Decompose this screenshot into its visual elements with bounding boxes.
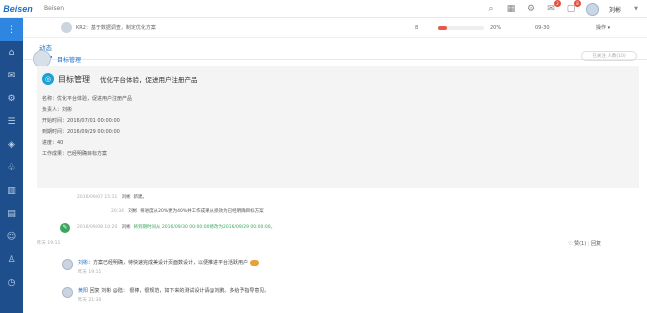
goal-card-header: ◎ 目标管理 优化平台体验，促进用户注册产品	[42, 73, 198, 85]
clock-icon[interactable]: ◷	[0, 271, 23, 294]
feed-actions: ♡ 赞(1) | 回复	[568, 241, 602, 247]
chevron-down-icon[interactable]: ▼	[631, 4, 641, 14]
target-icon[interactable]: ◈	[0, 133, 23, 156]
reply-button[interactable]: 回复	[591, 241, 601, 247]
settings-icon[interactable]: ⚙	[0, 87, 23, 110]
top-icons: ⌕ ▦ ⚙ ✉ 2 ▢ 8 刘彬 ▼	[486, 0, 641, 18]
comment-body: 刘彬：方案已经明确，待快速完成美设计页面数设计，以便推进平台活跃用户 昨天 19…	[78, 259, 260, 275]
user-avatar[interactable]	[585, 2, 599, 16]
task-progress-fill	[438, 26, 448, 30]
message-icon[interactable]: ▢ 8	[566, 0, 581, 14]
log-entry: 20:34 刘彬 将进度从20%更为40%并工作成果从损效为已经明确目标方案	[111, 208, 264, 214]
sidebar: ⋮ ⌂ ✉ ⚙ ☰ ◈ ♧ ▥ ▤ ☺ ♙ ◷	[0, 18, 23, 313]
log-time: 2016/09/07 15:11	[77, 195, 118, 200]
chart-icon[interactable]: ▥	[0, 179, 23, 202]
goal-type: 目标管理	[58, 74, 90, 84]
task-date: 09-30	[535, 24, 550, 31]
goal-field: 开始时间：2016/07/01 00:00:00	[42, 118, 120, 124]
menu-icon[interactable]: ⋮	[0, 18, 23, 41]
goal-field: 名称：优化平台体验，促进用户注册产品	[42, 96, 133, 102]
goal-field: 负责人：刘彬	[42, 107, 73, 113]
comment-user[interactable]: 黄阳	[78, 288, 88, 294]
notification-icon[interactable]: ✉ 2	[546, 0, 561, 14]
emoji-icon	[250, 259, 260, 266]
log-user[interactable]: 刘彬	[122, 195, 131, 200]
person-icon[interactable]: ♙	[0, 248, 23, 271]
edit-icon: ✎	[60, 223, 70, 233]
goal-name[interactable]: 优化平台体验，促进用户注册产品	[100, 74, 198, 84]
goal-card[interactable]: ◎ 目标管理 优化平台体验，促进用户注册产品 名称：优化平台体验，促进用户注册产…	[37, 66, 639, 188]
like-button[interactable]: ♡ 赞(1)	[568, 241, 586, 247]
tab-bar: 动态	[23, 38, 647, 60]
log-user[interactable]: 刘彬	[128, 209, 137, 214]
home-icon[interactable]: ⌂	[0, 41, 23, 64]
feed-time: 昨天 19:11	[37, 241, 61, 246]
user-menu[interactable]: 刘彬	[609, 5, 621, 14]
comment-avatar[interactable]	[62, 259, 73, 270]
comment-text: 黄阳 回复 刘彬 @陆： 很棒，很规范，如下来的测试设计请@刘鹏。多给予指导意见…	[78, 287, 269, 294]
comment-text: 刘彬：方案已经明确，待快速完成美设计页面数设计，以便推进平台活跃用户	[78, 259, 260, 266]
comment-content: 方案已经明确，待快速完成美设计页面数设计，以便推进平台活跃用户	[93, 260, 249, 266]
log-entry: 2016/09/07 15:11 刘彬 新建。	[77, 194, 147, 200]
task-progress-text: 20%	[490, 24, 502, 31]
list-icon[interactable]: ☰	[0, 110, 23, 133]
document-icon[interactable]: ▤	[0, 202, 23, 225]
goal-icon: ◎	[42, 73, 54, 85]
log-text: 新建。	[133, 195, 148, 200]
people-icon[interactable]: ☺	[0, 225, 23, 248]
comment-time: 昨天 21:30	[78, 298, 102, 303]
comment-time: 昨天 19:11	[78, 270, 102, 275]
comment: 黄阳 回复 刘彬 @陆： 很棒，很规范，如下来的测试设计请@刘鹏。多给予指导意见…	[62, 287, 269, 303]
handshake-icon[interactable]: ♧	[0, 156, 23, 179]
notification-badge: 2	[553, 0, 561, 7]
goal-field: 到期时间：2016/09/29 00:00:00	[42, 129, 120, 135]
task-owner-avatar	[61, 22, 72, 33]
task-count: 8	[415, 24, 419, 31]
follow-button[interactable]: 已关注 人数(10)	[581, 51, 637, 61]
log-user[interactable]: 刘彬	[122, 225, 131, 230]
goal-field: 进度：40	[42, 140, 64, 146]
comment-user[interactable]: 刘彬	[78, 260, 88, 266]
gear-icon[interactable]: ⚙	[526, 4, 536, 14]
comment-avatar[interactable]	[62, 287, 73, 298]
task-title[interactable]: KR2：基于数据调查，制定优化方案	[76, 24, 156, 31]
top-bar: Beisen Beisen ⌕ ▦ ⚙ ✉ 2 ▢ 8 刘彬 ▼	[0, 0, 647, 18]
comment-content: 回复 刘彬 @陆： 很棒，很规范，如下来的测试设计请@刘鹏。多给予指导意见。	[89, 288, 270, 294]
message-badge: 8	[573, 0, 581, 7]
search-icon[interactable]: ⌕	[486, 4, 496, 14]
brand-logo[interactable]: Beisen	[0, 0, 36, 18]
grid-icon[interactable]: ▦	[506, 4, 516, 14]
task-progress-bar	[438, 26, 484, 30]
comment: 刘彬：方案已经明确，待快速完成美设计页面数设计，以便推进平台活跃用户 昨天 19…	[62, 259, 260, 275]
log-time: 2016/09/08 10:20	[77, 225, 118, 230]
feed-source-title[interactable]: 目标管理	[57, 55, 81, 64]
log-time: 20:34	[111, 209, 124, 214]
task-row[interactable]: KR2：基于数据调查，制定优化方案 8 20% 09-30 操作 ▾	[23, 18, 647, 38]
task-action-dropdown[interactable]: 操作 ▾	[596, 24, 610, 31]
brand-subtitle: Beisen	[44, 5, 65, 12]
log-text: 将到期时间从 2016/09/30 00:00:00修改为2016/09/29 …	[133, 225, 276, 230]
comment-body: 黄阳 回复 刘彬 @陆： 很棒，很规范，如下来的测试设计请@刘鹏。多给予指导意见…	[78, 287, 269, 303]
goal-field: 工作成果：已经明确目标方案	[42, 151, 108, 157]
log-entry: 2016/09/08 10:20 刘彬 将到期时间从 2016/09/30 00…	[77, 224, 275, 230]
inbox-icon[interactable]: ✉	[0, 64, 23, 87]
log-text: 将进度从20%更为40%并工作成果从损效为已经明确目标方案	[140, 209, 264, 214]
goal-fields: 名称：优化平台体验，促进用户注册产品 负责人：刘彬 开始时间：2016/07/0…	[42, 94, 132, 160]
